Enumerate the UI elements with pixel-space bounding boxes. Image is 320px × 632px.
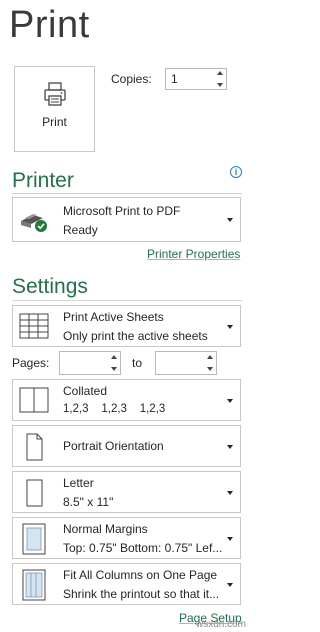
printer-status: Ready [63,223,98,237]
printer-heading: Printer [12,169,74,192]
scaling-subtitle: Shrink the printout so that it... [63,587,220,601]
margins-title: Normal Margins [63,522,148,536]
pages-label: Pages: [12,356,50,370]
chevron-down-icon [227,218,233,222]
orientation-select[interactable]: Portrait Orientation [12,425,241,467]
chevron-down-icon [227,583,233,587]
print-what-title: Print Active Sheets [63,310,164,324]
decrement-icon[interactable] [216,83,223,87]
printer-ready-icon [21,214,47,232]
pages-to-input[interactable] [155,351,217,375]
increment-icon[interactable] [110,355,117,359]
printer-properties-link[interactable]: Printer Properties [147,247,240,261]
scaling-select[interactable]: Fit All Columns on One Page Shrink the p… [12,563,241,605]
chevron-down-icon [227,445,233,449]
printer-name: Microsoft Print to PDF [63,204,181,218]
print-button-label: Print [42,115,67,129]
increment-icon[interactable] [216,71,223,75]
decrement-icon[interactable] [206,367,213,371]
decrement-icon[interactable] [110,367,117,371]
chevron-down-icon [227,399,233,403]
margins-icon [22,523,46,555]
watermark: wsxdn.com [196,619,247,630]
paper-size-title: Letter [63,476,94,490]
printer-select[interactable]: Microsoft Print to PDF Ready [12,197,241,242]
paper-size-subtitle: 8.5" x 11" [63,495,114,509]
print-button[interactable]: Print [14,66,95,152]
settings-heading: Settings [12,275,88,298]
orientation-title: Portrait Orientation [63,439,164,453]
info-icon[interactable]: i [230,166,242,178]
collation-title: Collated [63,384,108,398]
pages-from-input[interactable] [59,351,121,375]
copies-value[interactable]: 1 [171,72,178,86]
margins-select[interactable]: Normal Margins Top: 0.75" Bottom: 0.75" … [12,517,241,559]
sheet-grid-icon [19,313,49,339]
increment-icon[interactable] [206,355,213,359]
print-what-select[interactable]: Print Active Sheets Only print the activ… [12,305,241,347]
paper-size-icon [26,479,43,507]
collation-select[interactable]: Collated 1,2,3 1,2,3 1,2,3 [12,379,241,421]
chevron-down-icon [227,537,233,541]
copies-label: Copies: [111,72,152,86]
pages-to-label: to [132,356,143,370]
settings-divider [12,300,242,301]
collation-subtitle: 1,2,3 1,2,3 1,2,3 [63,403,166,415]
printer-divider [12,193,242,194]
chevron-down-icon [227,325,233,329]
portrait-page-icon [26,433,43,461]
page-title: Print [9,4,90,46]
printer-icon [43,82,66,106]
scaling-title: Fit All Columns on One Page [63,568,218,582]
print-what-subtitle: Only print the active sheets [63,329,208,343]
collated-pages-icon [19,387,49,413]
fit-columns-icon [22,569,46,601]
paper-size-select[interactable]: Letter 8.5" x 11" [12,471,241,513]
chevron-down-icon [227,491,233,495]
margins-subtitle: Top: 0.75" Bottom: 0.75" Lef... [63,541,223,555]
copies-stepper[interactable]: 1 [165,68,227,90]
